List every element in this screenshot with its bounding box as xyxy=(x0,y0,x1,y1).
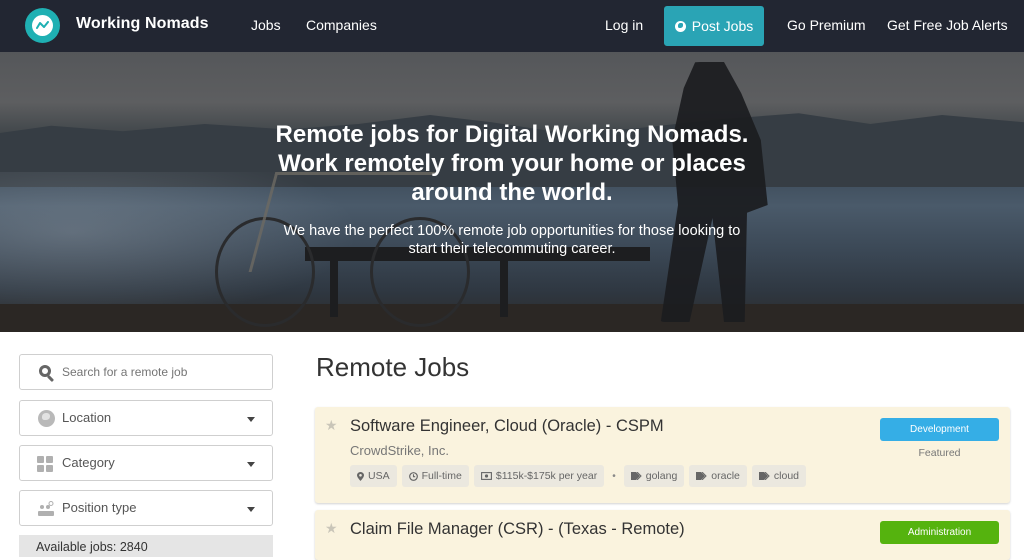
tag-icon xyxy=(630,472,642,480)
search-field[interactable] xyxy=(19,354,273,390)
hero-banner: Remote jobs for Digital Working Nomads. … xyxy=(0,52,1024,332)
job-title[interactable]: Claim File Manager (CSR) - (Texas - Remo… xyxy=(350,520,685,539)
brand-name[interactable]: Working Nomads xyxy=(76,15,209,33)
category-dropdown[interactable]: Category xyxy=(19,445,273,481)
logo-icon[interactable] xyxy=(25,8,60,43)
company-name[interactable]: CrowdStrike, Inc. xyxy=(350,443,449,458)
location-dropdown[interactable]: Location xyxy=(19,400,273,436)
job-tags: USA Full-time $115k-$175k per year • gol… xyxy=(350,465,806,487)
hero-background-ground xyxy=(0,304,1024,332)
hero-bench-leg xyxy=(500,257,508,317)
nav-jobs-link[interactable]: Jobs xyxy=(251,17,281,33)
category-badge-development[interactable]: Development xyxy=(880,418,999,441)
nav-companies-link[interactable]: Companies xyxy=(306,17,377,33)
caret-down-icon xyxy=(247,507,255,512)
skill-tag[interactable]: golang xyxy=(623,465,685,487)
hero-title-line: Work remotely from your home or places xyxy=(278,150,746,177)
nav-job-alerts-link[interactable]: Get Free Job Alerts xyxy=(887,17,1008,33)
position-type-label: Position type xyxy=(62,500,137,515)
tag-icon xyxy=(696,472,707,480)
hero-title-line: Remote jobs for Digital Working Nomads. xyxy=(275,121,749,148)
page-title: Remote Jobs xyxy=(316,352,470,382)
money-icon xyxy=(480,472,492,480)
hero-title: Remote jobs for Digital Working Nomads. … xyxy=(0,120,1024,207)
position-type-dropdown[interactable]: Position type xyxy=(19,490,273,526)
category-badge-administration[interactable]: Administration xyxy=(880,521,999,544)
globe-icon xyxy=(674,20,686,32)
separator-dot: • xyxy=(612,470,616,482)
location-label: Location xyxy=(62,410,112,425)
caret-down-icon xyxy=(247,462,255,467)
available-jobs-count: Available jobs: 2840 xyxy=(19,535,273,557)
post-jobs-button[interactable]: Post Jobs xyxy=(664,6,764,46)
top-navbar: Working Nomads Jobs Companies Log in Pos… xyxy=(0,0,1024,52)
tag-label: golang xyxy=(645,470,678,482)
job-title[interactable]: Software Engineer, Cloud (Oracle) - CSPM xyxy=(350,417,664,436)
hero-subtitle: We have the perfect 100% remote job oppo… xyxy=(0,222,1024,258)
map-pin-icon xyxy=(357,471,364,481)
job-card[interactable]: ★ Claim File Manager (CSR) - (Texas - Re… xyxy=(315,510,1010,560)
location-tag[interactable]: USA xyxy=(350,465,397,487)
star-icon[interactable]: ★ xyxy=(325,520,338,537)
nav-login-link[interactable]: Log in xyxy=(605,17,643,33)
hero-subtitle-line: start their telecommuting career. xyxy=(408,241,616,257)
job-card[interactable]: ★ Software Engineer, Cloud (Oracle) - CS… xyxy=(315,407,1010,503)
category-label: Category xyxy=(62,455,115,470)
search-icon-handle xyxy=(46,374,55,383)
skill-tag[interactable]: cloud xyxy=(751,465,806,487)
search-input[interactable] xyxy=(62,365,262,379)
job-type-tag[interactable]: Full-time xyxy=(401,465,469,487)
post-jobs-label: Post Jobs xyxy=(691,18,754,34)
tag-label: $115k-$175k per year xyxy=(495,470,598,482)
hero-subtitle-line: We have the perfect 100% remote job oppo… xyxy=(283,223,741,239)
globe-icon xyxy=(38,410,55,427)
star-icon[interactable]: ★ xyxy=(325,417,338,434)
nav-go-premium-link[interactable]: Go Premium xyxy=(787,17,866,33)
tag-label: USA xyxy=(368,470,390,482)
grid-icon xyxy=(37,456,53,472)
featured-label: Featured xyxy=(918,447,961,459)
clock-icon xyxy=(408,471,418,481)
tag-label: Full-time xyxy=(421,470,462,482)
skill-tag[interactable]: oracle xyxy=(689,465,747,487)
tag-label: cloud xyxy=(773,470,799,482)
salary-tag[interactable]: $115k-$175k per year xyxy=(473,465,605,487)
tag-label: oracle xyxy=(711,470,740,482)
position-type-icon xyxy=(38,501,54,516)
caret-down-icon xyxy=(247,417,255,422)
tag-icon xyxy=(758,472,770,480)
hero-title-line: around the world. xyxy=(411,179,613,206)
